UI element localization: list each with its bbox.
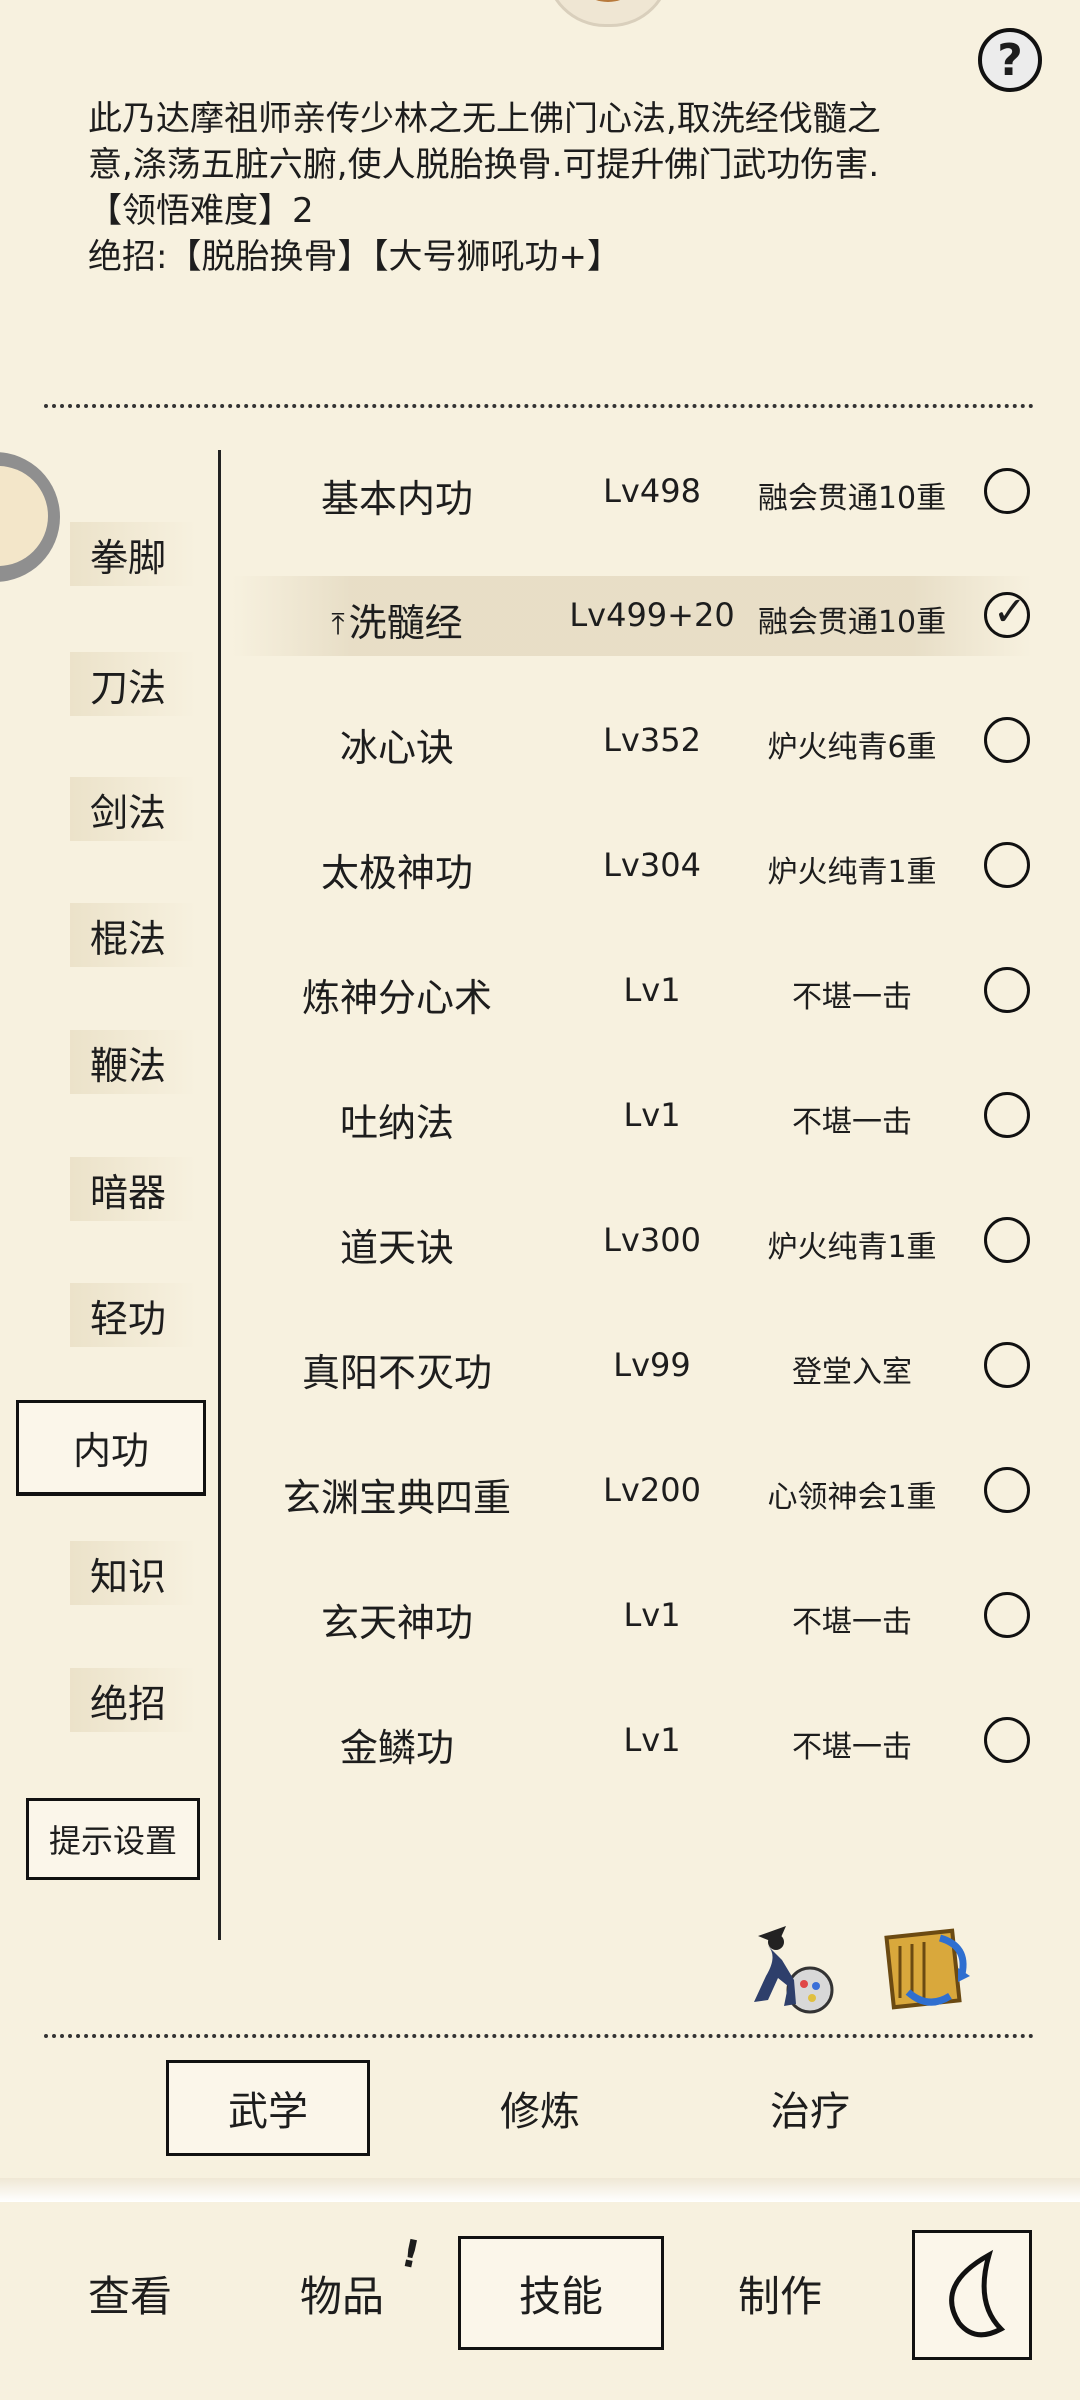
category-item[interactable]: 拳脚 — [70, 522, 196, 586]
tab-training[interactable]: 修炼 — [440, 2060, 640, 2156]
skill-row[interactable]: 太极神功 Lv304 炉火纯青1重 — [232, 826, 1032, 906]
skill-stage: 炉火纯青1重 — [767, 855, 937, 890]
help-icon[interactable]: ? — [978, 28, 1042, 92]
category-item[interactable]: 鞭法 — [70, 1030, 196, 1094]
nav-skills[interactable]: 技能 — [458, 2236, 664, 2350]
divider — [44, 2034, 1034, 2038]
skill-name: 玄渊宝典四重 — [282, 1476, 511, 1520]
skill-row[interactable]: 基本内功 Lv498 融会贯通10重 — [232, 452, 1032, 532]
ultimate-line: 绝招:【脱胎换骨】【大号狮吼功+】 — [88, 234, 988, 280]
select-radio[interactable] — [984, 967, 1030, 1013]
bottom-strip — [0, 2178, 1080, 2202]
category-item[interactable]: 暗器 — [70, 1157, 196, 1221]
skill-name: 洗髓经 — [348, 601, 463, 645]
category-item[interactable]: 剑法 — [70, 777, 196, 841]
check-icon: ✓ — [993, 589, 1027, 635]
skill-name: 吐纳法 — [339, 1101, 454, 1145]
category-item-active[interactable]: 内功 — [16, 1400, 206, 1496]
skill-name: 真阳不灭功 — [301, 1351, 492, 1395]
skill-stage: 登堂入室 — [792, 1355, 912, 1390]
skill-row-selected[interactable]: ⤒ 洗髓经 Lv499+20 融会贯通10重 ✓ — [232, 576, 1032, 656]
skill-stage: 炉火纯青6重 — [767, 730, 937, 765]
skill-stage: 融会贯通10重 — [757, 605, 947, 640]
select-radio[interactable] — [984, 1217, 1030, 1263]
select-radio[interactable] — [984, 842, 1030, 888]
select-radio[interactable] — [984, 468, 1030, 514]
skill-name-cell: ⤒ 洗髓经 — [232, 592, 562, 647]
skill-stage: 不堪一击 — [792, 1730, 912, 1765]
select-radio[interactable] — [984, 1592, 1030, 1638]
skill-name: 玄天神功 — [320, 1601, 473, 1645]
select-radio[interactable] — [984, 1342, 1030, 1388]
difficulty-label: 【领悟难度】 — [88, 191, 292, 231]
skill-stage: 不堪一击 — [792, 1105, 912, 1140]
category-item[interactable]: 刀法 — [70, 652, 196, 716]
description-line: 此乃达摩祖师亲传少林之无上佛门心法,取洗经伐髓之 — [88, 99, 881, 139]
select-radio-checked[interactable]: ✓ — [984, 589, 1030, 638]
character-avatar[interactable] — [545, 0, 671, 27]
skill-row[interactable]: 玄渊宝典四重 Lv200 心领神会1重 — [232, 1451, 1032, 1531]
nav-view[interactable]: 查看 — [50, 2236, 210, 2350]
skill-name: 太极神功 — [320, 851, 473, 895]
category-item[interactable]: 知识 — [70, 1541, 196, 1605]
skill-name: 基本内功 — [320, 477, 473, 521]
list-divider — [218, 450, 221, 1940]
divider — [44, 404, 1034, 408]
skill-name: 炼神分心术 — [301, 976, 492, 1020]
skill-stage: 不堪一击 — [792, 1605, 912, 1640]
side-avatar[interactable] — [0, 452, 60, 582]
avatar-face — [570, 0, 646, 2]
skill-row[interactable]: 真阳不灭功 Lv99 登堂入室 — [232, 1326, 1032, 1406]
category-item[interactable]: 绝招 — [70, 1668, 196, 1732]
select-radio[interactable] — [984, 1717, 1030, 1763]
back-icon — [949, 2249, 1006, 2338]
skill-row[interactable]: 冰心诀 Lv352 炉火纯青6重 — [232, 701, 1032, 781]
skill-row[interactable]: 吐纳法 Lv1 不堪一击 — [232, 1076, 1032, 1156]
hint-settings-button[interactable]: 提示设置 — [26, 1798, 200, 1880]
skill-stage: 炉火纯青1重 — [767, 1230, 937, 1265]
ninja-paint-icon[interactable] — [738, 1916, 838, 2016]
skill-stage: 不堪一击 — [792, 980, 912, 1015]
skill-row[interactable]: 玄天神功 Lv1 不堪一击 — [232, 1576, 1032, 1656]
skill-stage: 融会贯通10重 — [757, 481, 947, 516]
tab-martial-arts[interactable]: 武学 — [166, 2060, 370, 2156]
nav-items[interactable]: 物品 — [262, 2236, 422, 2350]
select-radio[interactable] — [984, 1092, 1030, 1138]
ultimate-label: 绝招: — [88, 237, 168, 277]
book-swap-icon[interactable] — [878, 1916, 978, 2016]
select-radio[interactable] — [984, 717, 1030, 763]
skill-stage: 心领神会1重 — [767, 1480, 937, 1515]
skill-row[interactable]: 炼神分心术 Lv1 不堪一击 — [232, 951, 1032, 1031]
skill-description: 此乃达摩祖师亲传少林之无上佛门心法,取洗经伐髓之 意,涤荡五脏六腑,使人脱胎换骨… — [88, 96, 988, 280]
description-line: 意,涤荡五脏六腑,使人脱胎换骨.可提升佛门武功伤害. — [88, 145, 880, 185]
skill-name: 金鳞功 — [339, 1726, 454, 1770]
ultimate-moves: 【脱胎换骨】【大号狮吼功+】 — [167, 237, 621, 277]
nav-craft[interactable]: 制作 — [700, 2236, 860, 2350]
select-radio[interactable] — [984, 1467, 1030, 1513]
skill-row[interactable]: 道天诀 Lv300 炉火纯青1重 — [232, 1201, 1032, 1281]
category-item[interactable]: 轻功 — [70, 1283, 196, 1347]
tab-healing[interactable]: 治疗 — [710, 2060, 910, 2156]
difficulty-value: 2 — [292, 191, 314, 231]
skill-name: 冰心诀 — [339, 726, 454, 770]
up-arrow-icon: ⤒ — [331, 607, 345, 642]
back-button[interactable] — [912, 2230, 1032, 2360]
difficulty-line: 【领悟难度】2 — [88, 188, 988, 234]
skill-row[interactable]: 金鳞功 Lv1 不堪一击 — [232, 1701, 1032, 1781]
skill-name: 道天诀 — [339, 1226, 454, 1270]
category-item[interactable]: 棍法 — [70, 903, 196, 967]
